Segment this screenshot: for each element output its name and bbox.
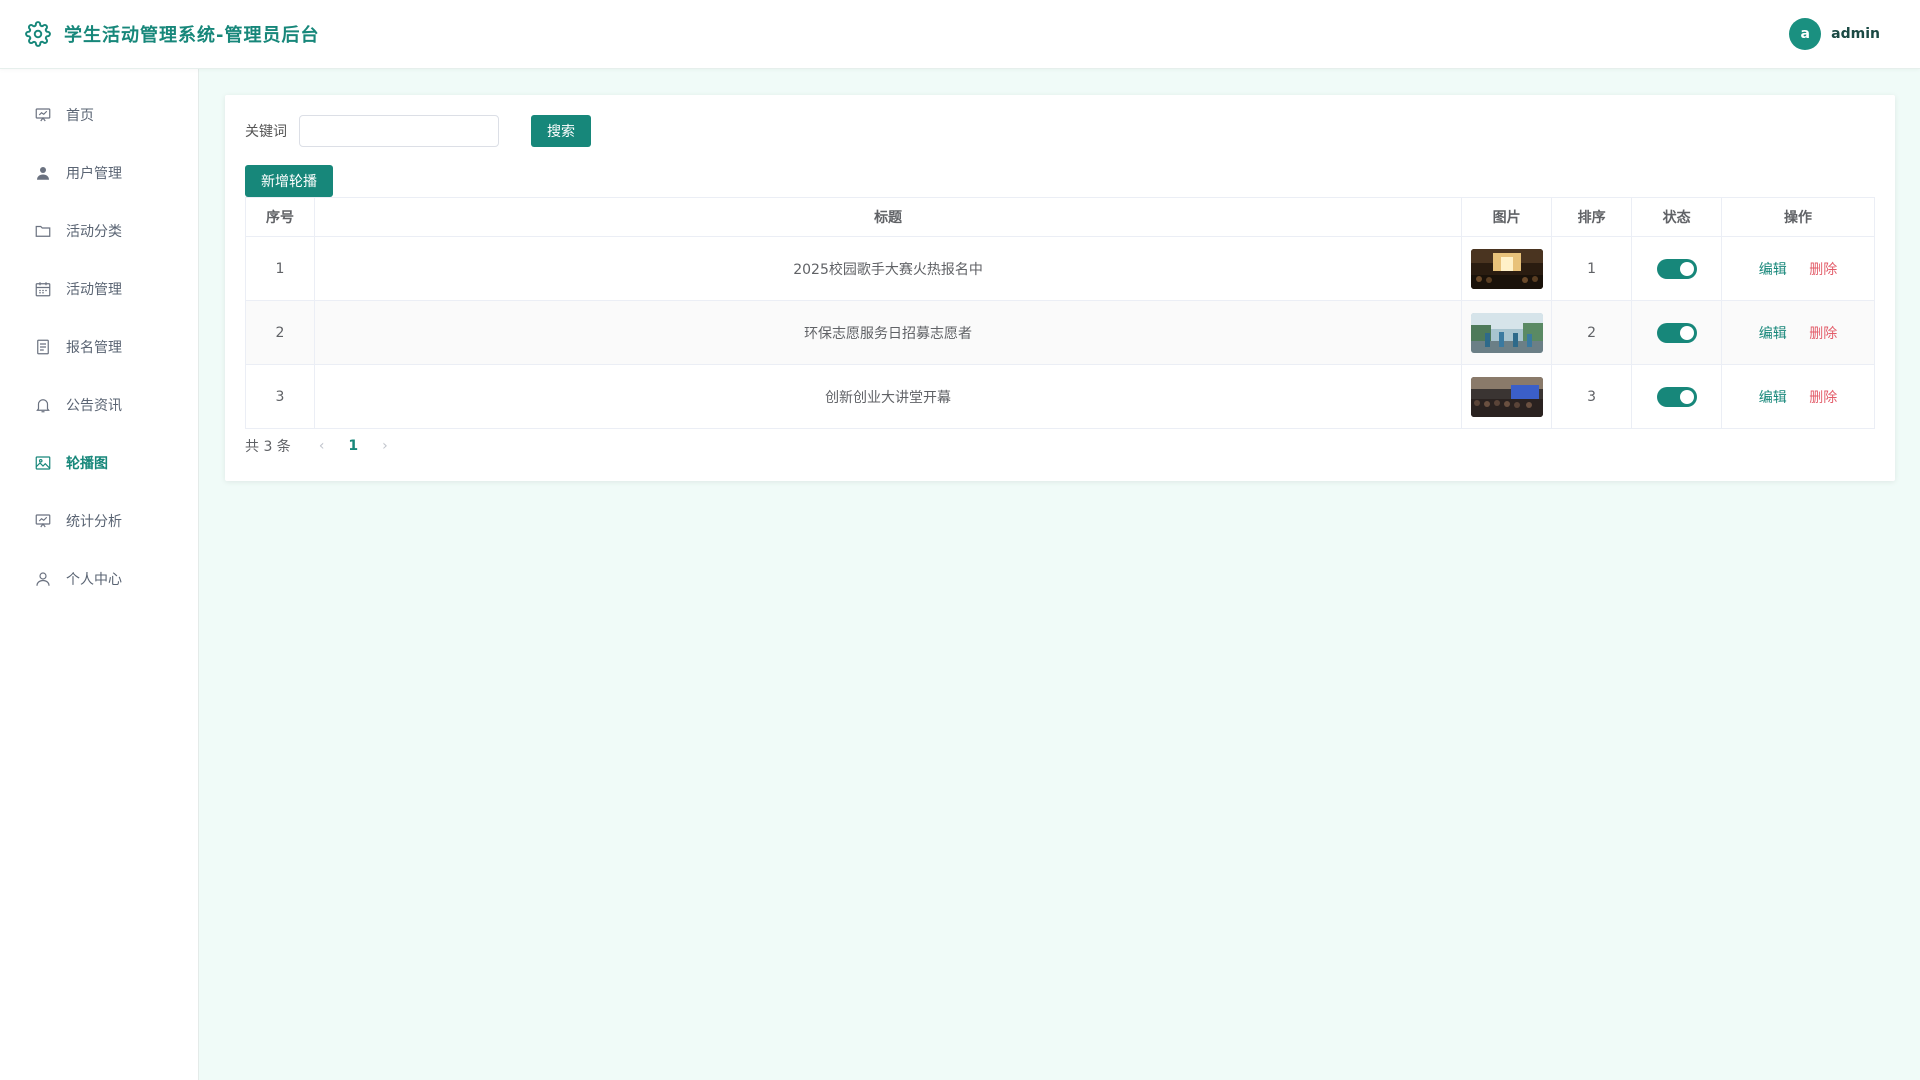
sidebar-item-label: 用户管理 (66, 166, 122, 182)
page-number[interactable]: 1 (348, 438, 358, 454)
search-bar: 关键词 搜索 (245, 115, 591, 147)
app-title: 学生活动管理系统-管理员后台 (64, 25, 320, 46)
carousel-thumbnail[interactable] (1470, 248, 1543, 289)
sidebar-item-statistics[interactable]: 统计分析 (0, 492, 198, 550)
row-sort: 2 (1551, 300, 1633, 365)
table-header-row: 序号 标题 图片 排序 状态 操作 (245, 197, 1875, 237)
row-title: 2025校园歌手大赛火热报名中 (313, 236, 1463, 301)
image-icon (35, 456, 51, 470)
carousel-table: 序号 标题 图片 排序 状态 操作 1 2025校园歌手大赛火热报名中 1 编辑… (245, 197, 1875, 429)
chevron-right-icon[interactable]: › (382, 438, 388, 454)
sidebar-item-categories[interactable]: 活动分类 (0, 202, 198, 260)
pagination: 共 3 条 ‹ 1 › (245, 436, 388, 456)
row-title: 创新创业大讲堂开幕 (313, 364, 1463, 429)
sidebar-item-carousel[interactable]: 轮播图 (0, 434, 198, 492)
carousel-thumbnail[interactable] (1470, 312, 1543, 353)
user-menu[interactable]: a admin (1789, 18, 1880, 50)
column-header: 序号 (245, 197, 315, 237)
row-sort: 3 (1551, 364, 1633, 429)
table-row: 2 环保志愿服务日招募志愿者 2 编辑 删除 (245, 300, 1875, 365)
delete-link[interactable]: 删除 (1809, 390, 1837, 406)
table-row: 1 2025校园歌手大赛火热报名中 1 编辑 删除 (245, 236, 1875, 301)
status-toggle[interactable] (1656, 386, 1697, 407)
edit-link[interactable]: 编辑 (1759, 390, 1787, 406)
delete-link[interactable]: 删除 (1809, 262, 1837, 278)
folder-icon (35, 225, 51, 237)
row-index: 1 (245, 236, 315, 301)
column-header: 标题 (313, 197, 1463, 237)
chevron-left-icon[interactable]: ‹ (319, 438, 325, 454)
bell-icon (36, 399, 50, 413)
user-outline-icon (36, 572, 50, 586)
total-count: 共 3 条 (245, 439, 291, 455)
sidebar-item-label: 活动管理 (66, 282, 122, 298)
sidebar-item-label: 活动分类 (66, 224, 122, 240)
row-index: 3 (245, 364, 315, 429)
table-row: 3 创新创业大讲堂开幕 3 编辑 删除 (245, 364, 1875, 429)
add-carousel-button[interactable]: 新增轮播 (245, 165, 333, 197)
delete-link[interactable]: 删除 (1809, 326, 1837, 342)
avatar[interactable]: a (1789, 18, 1822, 50)
row-index: 2 (245, 300, 315, 365)
column-header: 排序 (1551, 197, 1633, 237)
status-toggle[interactable] (1656, 258, 1697, 279)
calendar-icon (35, 282, 51, 297)
sidebar-item-activities[interactable]: 活动管理 (0, 260, 198, 318)
status-toggle[interactable] (1656, 322, 1697, 343)
row-title: 环保志愿服务日招募志愿者 (313, 300, 1463, 365)
chart-icon (35, 514, 51, 528)
sidebar-item-label: 轮播图 (66, 456, 108, 472)
document-icon (37, 339, 49, 355)
sidebar-item-users[interactable]: 用户管理 (0, 144, 198, 202)
sidebar-item-announcements[interactable]: 公告资讯 (0, 376, 198, 434)
row-image (1461, 236, 1553, 301)
username[interactable]: admin (1831, 26, 1880, 42)
row-image (1461, 364, 1553, 429)
top-header: 学生活动管理系统-管理员后台 a admin (0, 0, 1920, 69)
brand: 学生活动管理系统-管理员后台 (24, 20, 319, 48)
sidebar-item-label: 首页 (66, 108, 94, 124)
row-image (1461, 300, 1553, 365)
keyword-input[interactable] (299, 115, 499, 147)
keyword-label: 关键词 (245, 124, 287, 140)
sidebar-item-label: 统计分析 (66, 514, 122, 530)
column-header: 状态 (1631, 197, 1723, 237)
carousel-thumbnail[interactable] (1470, 376, 1543, 417)
edit-link[interactable]: 编辑 (1759, 262, 1787, 278)
edit-link[interactable]: 编辑 (1759, 326, 1787, 342)
search-button[interactable]: 搜索 (531, 115, 591, 147)
carousel-card: 关键词 搜索 新增轮播 序号 标题 图片 排序 状态 操作 1 2025校园歌手… (225, 95, 1895, 481)
gear-icon (24, 20, 52, 48)
column-header: 操作 (1721, 197, 1875, 237)
user-icon (37, 167, 49, 180)
sidebar-item-label: 个人中心 (66, 572, 122, 588)
column-header: 图片 (1461, 197, 1553, 237)
presentation-icon (35, 108, 51, 122)
row-sort: 1 (1551, 236, 1633, 301)
sidebar-item-home[interactable]: 首页 (0, 86, 198, 144)
sidebar-item-label: 报名管理 (66, 340, 122, 356)
sidebar: 首页 用户管理 活动分类 活动管理 报名管理 公告资讯 轮播图 统计分析 个人中… (0, 69, 199, 1080)
sidebar-item-profile[interactable]: 个人中心 (0, 550, 198, 608)
sidebar-item-registrations[interactable]: 报名管理 (0, 318, 198, 376)
sidebar-item-label: 公告资讯 (66, 398, 122, 414)
